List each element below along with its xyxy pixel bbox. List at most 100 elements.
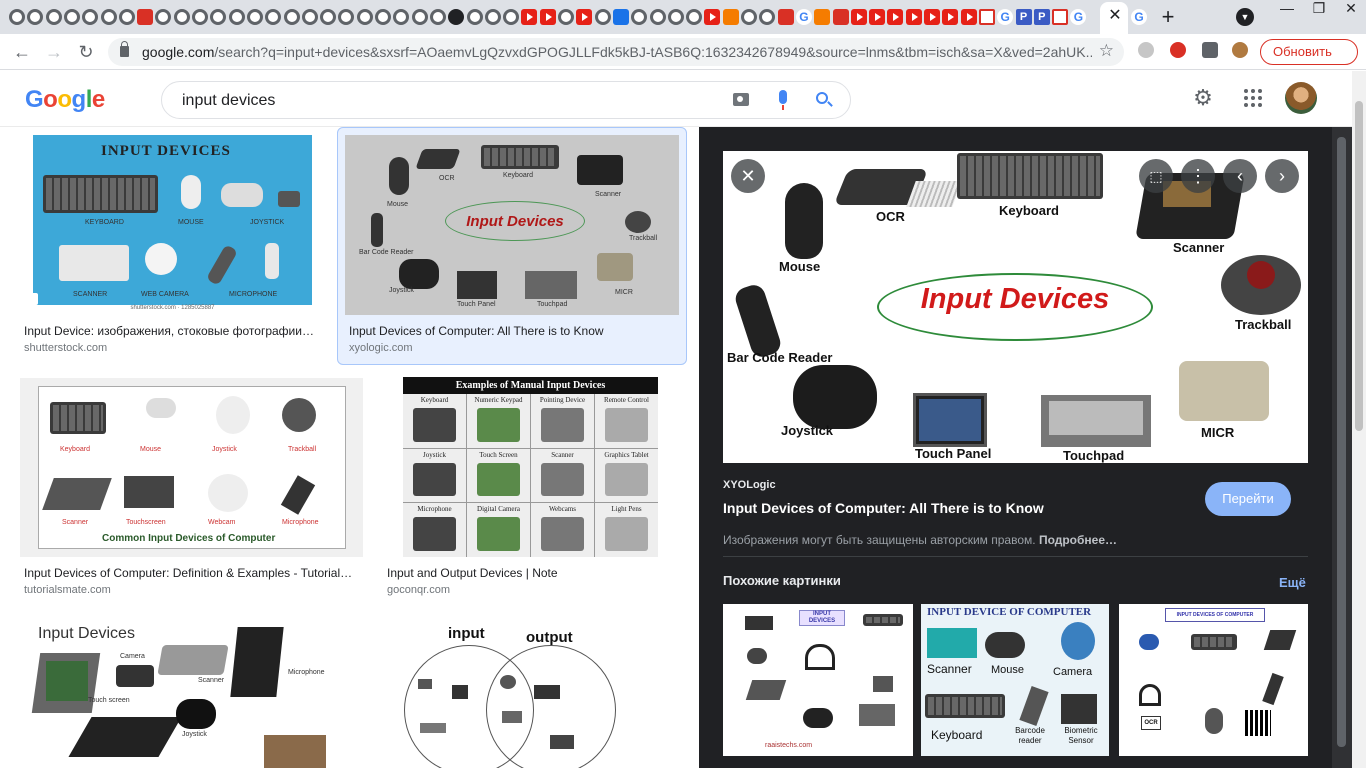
camera-search-icon[interactable] bbox=[733, 93, 749, 106]
pinned-tab-favicon[interactable] bbox=[411, 9, 428, 25]
previous-image-icon[interactable]: ‹ bbox=[1223, 159, 1257, 193]
pinned-tab-favicon[interactable] bbox=[722, 9, 739, 25]
pinned-tab-favicon[interactable]: P bbox=[1015, 9, 1032, 25]
pinned-tab-favicon[interactable] bbox=[704, 9, 721, 25]
music-extension-icon[interactable] bbox=[1170, 42, 1186, 58]
pinned-tab-favicon[interactable] bbox=[375, 9, 391, 25]
pinned-tab-favicon[interactable] bbox=[777, 9, 794, 25]
google-logo[interactable]: Google bbox=[25, 86, 105, 114]
pinned-tab-favicon[interactable] bbox=[393, 9, 410, 25]
pinned-tab-favicon[interactable] bbox=[869, 9, 886, 25]
result-thumbnail-6[interactable]: input output bbox=[372, 619, 678, 768]
pinned-tab-favicon[interactable]: G bbox=[795, 9, 812, 25]
result-thumbnail-1[interactable]: INPUT DEVICES KEYBOARD MOUSE JOYSTICK SC… bbox=[33, 135, 312, 315]
google-apps-icon[interactable] bbox=[1244, 89, 1262, 107]
extension-icon[interactable] bbox=[1138, 42, 1154, 58]
pinned-tab-favicon[interactable] bbox=[612, 9, 629, 25]
similar-image-3[interactable]: INPUT DEVICES OF COMPUTER OCR bbox=[1119, 604, 1308, 756]
result-source-2[interactable]: xyologic.com bbox=[349, 342, 413, 354]
pinned-tab-favicon[interactable] bbox=[832, 9, 849, 25]
pinned-tab-favicon[interactable] bbox=[118, 9, 135, 25]
close-tab-icon[interactable]: ✕ bbox=[1105, 6, 1125, 26]
pinned-tab-favicon[interactable] bbox=[503, 9, 520, 25]
result-title-1[interactable]: Input Device: изображения, стоковые фото… bbox=[24, 324, 324, 338]
pinned-tab-favicon[interactable] bbox=[63, 9, 80, 25]
pinned-tab-favicon[interactable] bbox=[429, 9, 446, 25]
pinned-tab-favicon[interactable] bbox=[887, 9, 904, 25]
pinned-tab-favicon[interactable] bbox=[283, 9, 300, 25]
pinned-tab-favicon[interactable] bbox=[173, 9, 190, 25]
pinned-tab-favicon[interactable] bbox=[594, 9, 611, 25]
pinned-tab-favicon[interactable] bbox=[9, 9, 25, 25]
pinned-tab-favicon[interactable] bbox=[210, 9, 227, 25]
pinned-tab-favicon[interactable] bbox=[649, 9, 666, 25]
pinned-tab-favicon[interactable] bbox=[905, 9, 922, 25]
pinned-tab-favicon[interactable] bbox=[356, 9, 373, 25]
visit-button[interactable]: Перейти bbox=[1205, 482, 1291, 516]
profile-avatar[interactable] bbox=[1232, 42, 1248, 58]
new-tab-icon[interactable]: + bbox=[1156, 5, 1180, 29]
pinned-tab-favicon[interactable] bbox=[741, 9, 757, 25]
pinned-tab-favicon[interactable] bbox=[45, 9, 62, 25]
pinned-tab-favicon[interactable] bbox=[814, 9, 831, 25]
result-thumbnail-3[interactable]: Keyboard Mouse Joystick Trackball Scanne… bbox=[20, 378, 363, 557]
reload-icon[interactable]: ↻ bbox=[74, 40, 98, 64]
maximize-icon[interactable]: ❐ bbox=[1304, 0, 1334, 18]
pinned-tab-favicon[interactable] bbox=[1052, 9, 1069, 25]
result-title-3[interactable]: Input Devices of Computer: Definition & … bbox=[24, 566, 360, 580]
search-input[interactable]: input devices bbox=[182, 92, 275, 110]
forward-icon[interactable]: → bbox=[42, 40, 66, 64]
pinned-tab-favicon[interactable] bbox=[448, 9, 465, 25]
pinned-tab-favicon[interactable] bbox=[338, 9, 355, 25]
pinned-tab-favicon[interactable] bbox=[301, 9, 318, 25]
pinned-tab-favicon[interactable] bbox=[631, 9, 648, 25]
result-thumbnail-4[interactable]: Examples of Manual Input Devices Keyboar… bbox=[403, 377, 658, 557]
window-close-icon[interactable]: ✕ bbox=[1336, 0, 1366, 18]
pinned-tab-favicon[interactable] bbox=[484, 9, 501, 25]
pinned-tab-favicon[interactable] bbox=[521, 9, 538, 25]
lens-search-icon[interactable]: ⬚ bbox=[1139, 159, 1173, 193]
update-button[interactable]: Обновить bbox=[1260, 39, 1358, 65]
pinned-tab-favicon[interactable] bbox=[466, 9, 483, 25]
minimize-icon[interactable]: — bbox=[1272, 0, 1302, 18]
search-box[interactable]: input devices bbox=[161, 81, 851, 119]
pinned-tab-favicon[interactable] bbox=[137, 9, 154, 25]
bookmark-star-icon[interactable]: ☆ bbox=[1099, 41, 1114, 61]
pinned-tab-favicon[interactable] bbox=[686, 9, 703, 25]
more-similar-link[interactable]: Ещё bbox=[1279, 575, 1306, 590]
result-title-2[interactable]: Input Devices of Computer: All There is … bbox=[349, 324, 679, 338]
pinned-tab-favicon[interactable] bbox=[942, 9, 959, 25]
pinned-tab-favicon[interactable] bbox=[978, 9, 995, 25]
similar-image-2[interactable]: INPUT DEVICE OF COMPUTER Scanner Mouse C… bbox=[921, 604, 1109, 756]
account-avatar[interactable] bbox=[1285, 82, 1317, 114]
result-source-3[interactable]: tutorialsmate.com bbox=[24, 584, 111, 596]
lock-icon[interactable] bbox=[120, 41, 129, 57]
pinned-tab-favicon[interactable] bbox=[228, 9, 245, 25]
search-icon[interactable] bbox=[816, 92, 828, 104]
panel-scrollbar[interactable] bbox=[1332, 127, 1352, 768]
similar-image-1[interactable]: INPUT DEVICES raaistechs.com bbox=[723, 604, 913, 756]
pinned-tab-favicon[interactable]: P bbox=[1033, 9, 1050, 25]
google-favicon[interactable]: G bbox=[1131, 9, 1147, 25]
result-source-1[interactable]: shutterstock.com bbox=[24, 342, 107, 354]
pinned-tab-favicon[interactable] bbox=[100, 9, 117, 25]
settings-gear-icon[interactable]: ⚙ bbox=[1192, 87, 1214, 109]
next-image-icon[interactable]: › bbox=[1265, 159, 1299, 193]
pinned-tab-favicon[interactable] bbox=[539, 9, 556, 25]
preview-source[interactable]: XYOLogic bbox=[723, 479, 776, 491]
result-source-4[interactable]: goconqr.com bbox=[387, 584, 450, 596]
result-thumbnail-2[interactable]: Input Devices Mouse OCR Keyboard Scanner… bbox=[345, 135, 679, 315]
pinned-tab-favicon[interactable] bbox=[759, 9, 776, 25]
tab-search-icon[interactable]: ▼ bbox=[1236, 8, 1254, 26]
pinned-tab-favicon[interactable]: G bbox=[997, 9, 1014, 25]
pinned-tab-favicon[interactable] bbox=[82, 9, 99, 25]
pinned-tab-favicon[interactable] bbox=[924, 9, 940, 25]
pinned-tab-favicon[interactable] bbox=[246, 9, 263, 25]
more-options-icon[interactable]: ⋮ bbox=[1181, 159, 1215, 193]
pinned-tab-favicon[interactable]: G bbox=[1070, 9, 1087, 25]
result-title-4[interactable]: Input and Output Devices | Note bbox=[387, 566, 667, 580]
puzzle-extensions-icon[interactable] bbox=[1202, 42, 1218, 58]
learn-more-link[interactable]: Подробнее… bbox=[1039, 533, 1117, 547]
pinned-tab-favicon[interactable] bbox=[960, 9, 977, 25]
pinned-tab-favicon[interactable] bbox=[850, 9, 867, 25]
